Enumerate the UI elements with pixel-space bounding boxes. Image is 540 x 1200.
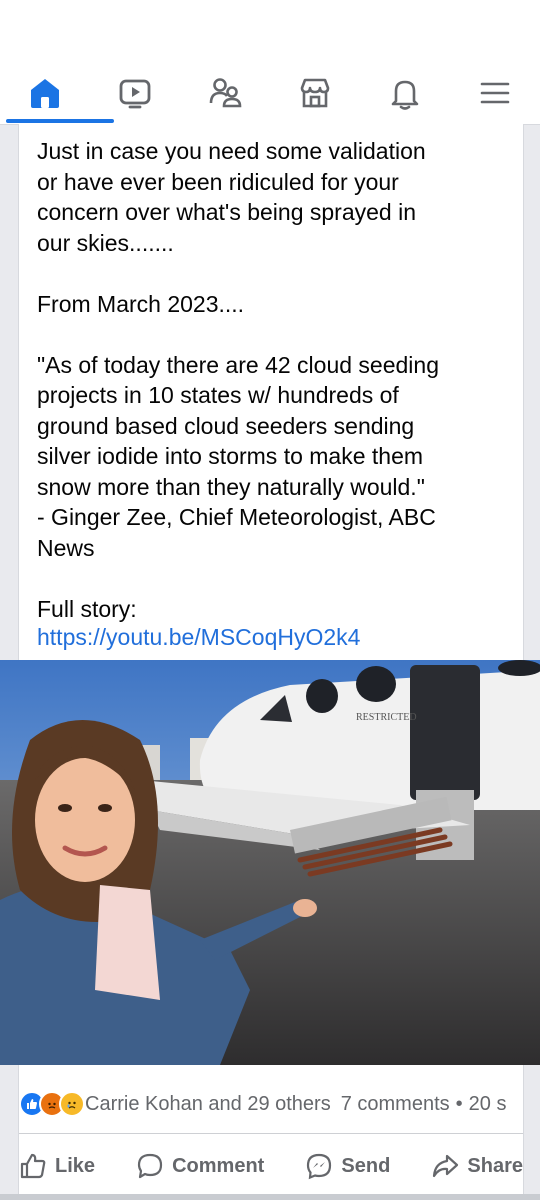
nav-home[interactable] (18, 70, 72, 116)
share-label: Share (467, 1154, 523, 1177)
post-photo[interactable]: RESTRICTED (0, 660, 540, 1065)
photo-illustration: RESTRICTED (0, 660, 540, 1065)
nav-friends[interactable] (198, 70, 252, 116)
post-actions: Like Comment Send Share (19, 1145, 523, 1187)
send-label: Send (341, 1154, 391, 1177)
home-icon (31, 79, 59, 108)
share-button[interactable]: Share (431, 1152, 523, 1180)
send-button[interactable]: Send (305, 1152, 390, 1180)
footer-divider (19, 1133, 523, 1134)
reactions-summary[interactable]: Carrie Kohan and 29 others 7 comments • … (19, 1087, 539, 1121)
nav-marketplace[interactable] (288, 70, 342, 116)
nav-notifications[interactable] (378, 70, 432, 116)
bell-icon (391, 80, 419, 110)
thumbs-up-icon (20, 1153, 46, 1179)
shares-count[interactable]: 20 s (469, 1093, 507, 1116)
comment-label: Comment (172, 1154, 265, 1177)
like-button[interactable]: Like (19, 1152, 95, 1180)
reactors-text[interactable]: Carrie Kohan and 29 others (85, 1093, 331, 1116)
bottom-edge (0, 1194, 540, 1200)
reaction-icons (19, 1091, 85, 1117)
nav-video[interactable] (108, 70, 162, 116)
nav-menu[interactable] (468, 70, 522, 116)
hamburger-menu-icon (480, 82, 510, 104)
post-text: Just in case you need some validation or… (37, 138, 439, 622)
video-icon (119, 79, 151, 109)
like-label: Like (55, 1154, 96, 1177)
marketplace-icon (300, 78, 330, 108)
messenger-icon (307, 1153, 332, 1180)
comments-count[interactable]: 7 comments (341, 1093, 450, 1116)
plane-restricted-label: RESTRICTED (356, 712, 417, 723)
share-arrow-icon (433, 1154, 459, 1178)
top-navigation-bar (0, 0, 540, 125)
sad-reaction-icon (59, 1091, 85, 1117)
post-link[interactable]: https://youtu.be/MSCoqHyO2k4 (37, 622, 360, 652)
stats-separator: • (455, 1092, 463, 1115)
comment-bubble-icon (138, 1153, 163, 1179)
comment-button[interactable]: Comment (136, 1152, 264, 1180)
post-card: Just in case you need some validation or… (18, 124, 524, 664)
friends-icon (209, 78, 242, 108)
active-tab-indicator (6, 119, 114, 123)
post-footer: Carrie Kohan and 29 others 7 comments • … (18, 1065, 524, 1200)
